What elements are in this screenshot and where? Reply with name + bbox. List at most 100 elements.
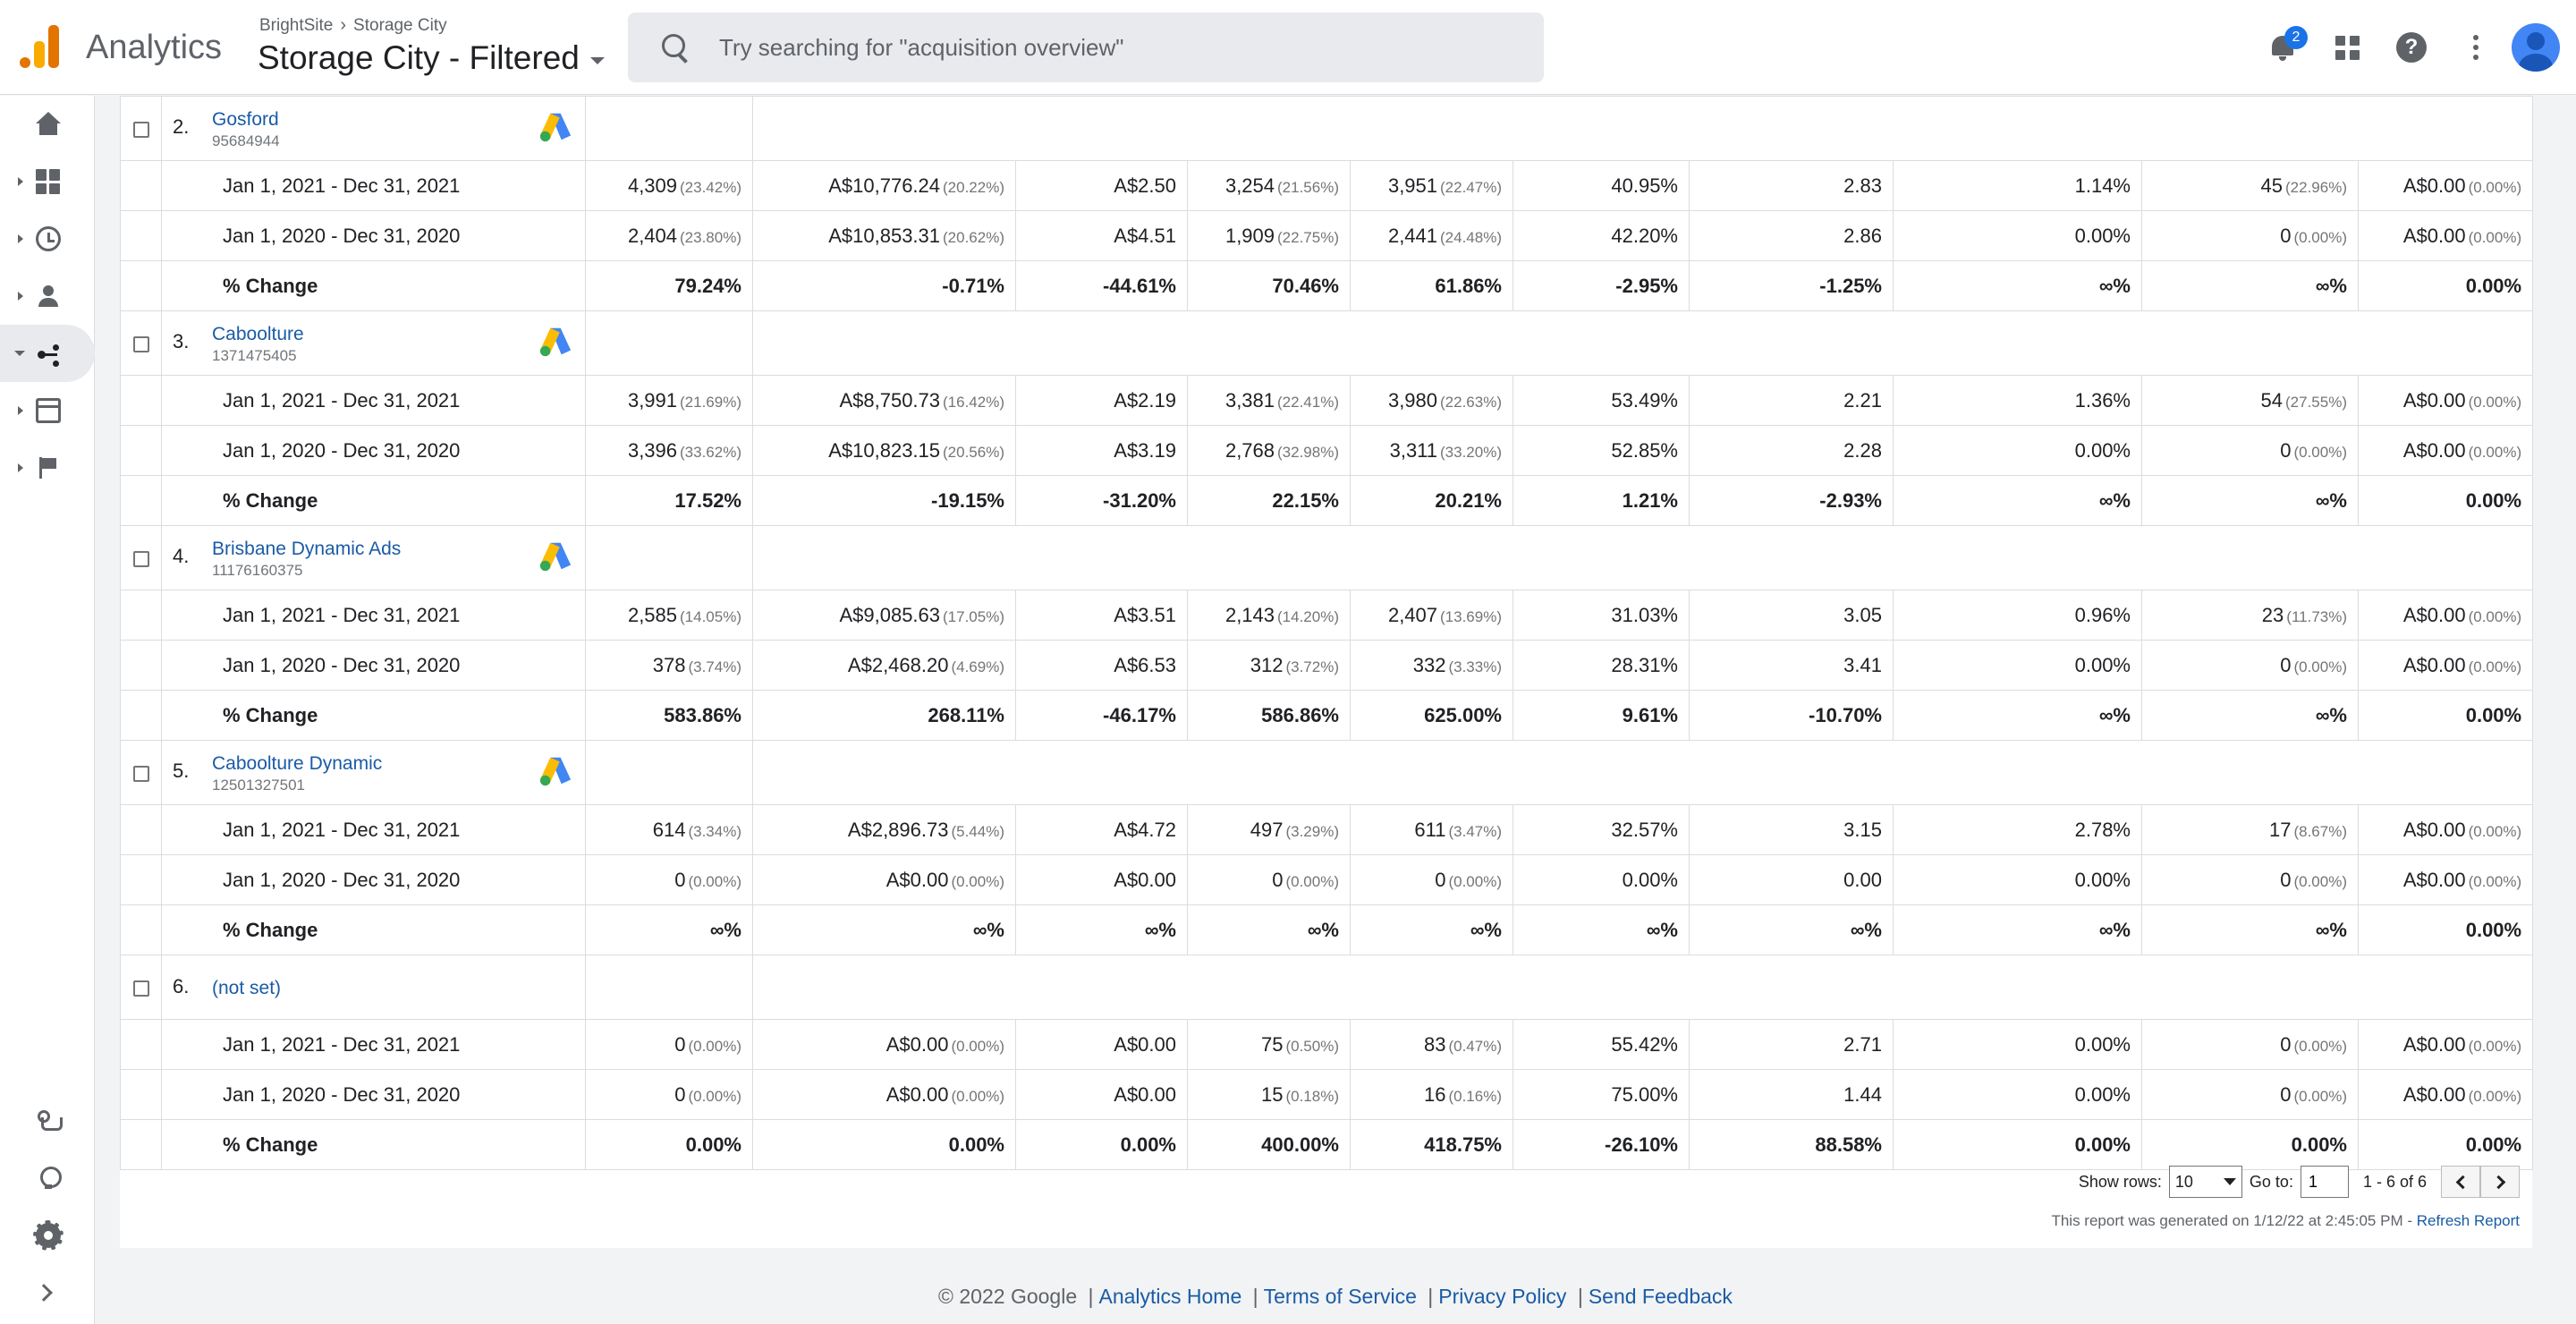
metric-share: (3.72%)	[1285, 658, 1339, 675]
metric-value: A$0.00	[2402, 1082, 2466, 1106]
view-selector[interactable]: Storage City - Filtered	[258, 39, 605, 77]
breadcrumb-property[interactable]: Storage City	[353, 16, 447, 36]
metric-value: 2.28	[1843, 438, 1882, 462]
row-select-cell	[120, 310, 162, 376]
metric-value: 23	[2261, 603, 2284, 626]
row-checkbox[interactable]	[132, 765, 149, 782]
metric-cell: A$0.00 (0.00%)	[2357, 804, 2534, 855]
metric-value: 0.00%	[2074, 438, 2131, 462]
google-ads-icon[interactable]	[538, 755, 572, 787]
behavior-icon	[36, 398, 61, 423]
metric-cell: ∞%	[585, 904, 753, 955]
google-ads-icon[interactable]	[538, 540, 572, 573]
send-feedback-link[interactable]: Send Feedback	[1589, 1285, 1733, 1308]
metric-value: 0.00	[1843, 868, 1882, 891]
google-ads-icon[interactable]	[538, 111, 572, 143]
metric-share: (3.74%)	[688, 658, 741, 675]
metric-cell: A$0.00 (0.00%)	[752, 1069, 1016, 1120]
metric-value: 0.00%	[2074, 224, 2131, 247]
metric-value: 3,254	[1224, 174, 1275, 197]
nav-attribution[interactable]	[0, 1092, 95, 1150]
analytics-home-link[interactable]: Analytics Home	[1098, 1285, 1241, 1308]
metric-cell: 4,309 (23.42%)	[585, 160, 753, 211]
metric-cell: 583.86%	[585, 690, 753, 741]
nav-home[interactable]	[0, 96, 95, 153]
row-checkbox[interactable]	[132, 980, 149, 997]
metric-cell: ∞%	[1015, 904, 1188, 955]
refresh-report-link[interactable]: Refresh Report	[2417, 1212, 2520, 1229]
campaign-link[interactable]: Caboolture Dynamic	[212, 753, 382, 774]
analytics-logo-icon[interactable]	[20, 25, 59, 68]
row-checkbox[interactable]	[132, 550, 149, 567]
search-input[interactable]	[719, 33, 1488, 62]
metric-cell: 614 (3.34%)	[585, 804, 753, 855]
campaign-cell: 5. Caboolture Dynamic 12501327501	[161, 740, 586, 805]
metric-value: 2.83	[1843, 174, 1882, 197]
nav-acquisition[interactable]	[0, 325, 95, 382]
metric-value: 22.15%	[1272, 488, 1339, 512]
privacy-link[interactable]: Privacy Policy	[1438, 1285, 1566, 1308]
metric-value: 0	[2280, 653, 2292, 676]
metric-cell: 79.24%	[585, 260, 753, 311]
nav-audience[interactable]	[0, 267, 95, 325]
nav-behavior[interactable]	[0, 382, 95, 439]
metric-value: 0.00%	[1622, 868, 1678, 891]
metric-cell: ∞%	[2141, 904, 2359, 955]
apps-button[interactable]	[2315, 15, 2379, 80]
metric-value: 1.21%	[1622, 488, 1678, 512]
row-select-spacer	[120, 640, 162, 691]
date-range-row: Jan 1, 2020 - Dec 31, 2020 3,396 (33.62%) A…	[120, 425, 2534, 476]
metric-value: 45	[2260, 174, 2284, 197]
date-range-cell: Jan 1, 2021 - Dec 31, 2021	[161, 1019, 586, 1070]
date-range-row: Jan 1, 2021 - Dec 31, 2021 4,309 (23.42%) A…	[120, 160, 2534, 211]
date-range-label: % Change	[223, 488, 318, 512]
metric-value: 0	[2280, 1082, 2292, 1106]
row-checkbox[interactable]	[132, 335, 149, 352]
google-ads-icon[interactable]	[538, 326, 572, 358]
metric-cell: 1.14%	[1893, 160, 2142, 211]
metric-cell: 0.00%	[1893, 1119, 2142, 1170]
goto-input[interactable]	[2300, 1166, 2349, 1198]
date-range-row: Jan 1, 2020 - Dec 31, 2020 378 (3.74%) A$2,…	[120, 640, 2534, 691]
nav-discover[interactable]	[0, 1150, 95, 1207]
more-vert-icon	[2473, 35, 2479, 60]
terms-link[interactable]: Terms of Service	[1264, 1285, 1417, 1308]
metric-cell: 2,143 (14.20%)	[1187, 590, 1351, 641]
lightbulb-icon	[36, 1166, 62, 1191]
metric-value: 0.00%	[685, 1133, 741, 1156]
campaign-link[interactable]: Brisbane Dynamic Ads	[212, 539, 401, 559]
metric-value: ∞%	[2098, 274, 2131, 297]
metric-value: ∞%	[1307, 918, 1339, 941]
campaign-id: 12501327501	[212, 776, 306, 794]
row-checkbox[interactable]	[132, 121, 149, 138]
account-avatar[interactable]	[2512, 23, 2560, 72]
search-bar[interactable]	[628, 13, 1544, 82]
metric-value: 79.24%	[674, 274, 741, 297]
notifications-button[interactable]: 2	[2250, 15, 2315, 80]
breadcrumb[interactable]: BrightSite › Storage City	[259, 15, 447, 36]
help-button[interactable]: ?	[2379, 15, 2444, 80]
metric-value: ∞%	[972, 918, 1004, 941]
nav-realtime[interactable]	[0, 210, 95, 267]
metric-value: ∞%	[2098, 488, 2131, 512]
nav-customization[interactable]	[0, 153, 95, 210]
nav-conversions[interactable]	[0, 439, 95, 496]
metric-cell: -44.61%	[1015, 260, 1188, 311]
row-select-spacer	[120, 1069, 162, 1120]
app-name: Analytics	[86, 29, 223, 66]
prev-page-button[interactable]	[2441, 1166, 2480, 1198]
metric-share: (13.69%)	[1440, 607, 1502, 625]
more-options-button[interactable]	[2444, 15, 2508, 80]
nav-admin[interactable]	[0, 1207, 95, 1264]
campaign-link[interactable]: Caboolture	[212, 324, 304, 344]
metric-share: (24.48%)	[1440, 228, 1502, 246]
next-page-button[interactable]	[2480, 1166, 2520, 1198]
campaign-link[interactable]: Gosford	[212, 109, 279, 130]
campaign-metrics-blank	[751, 740, 2534, 805]
campaign-row: 6. (not set)	[120, 955, 2534, 1020]
metric-cell: ∞%	[1893, 690, 2142, 741]
campaign-link[interactable]: (not set)	[212, 978, 281, 998]
metric-cell: 52.85%	[1513, 425, 1690, 476]
show-rows-select[interactable]: 10	[2168, 1166, 2242, 1198]
breadcrumb-account[interactable]: BrightSite	[259, 16, 333, 36]
